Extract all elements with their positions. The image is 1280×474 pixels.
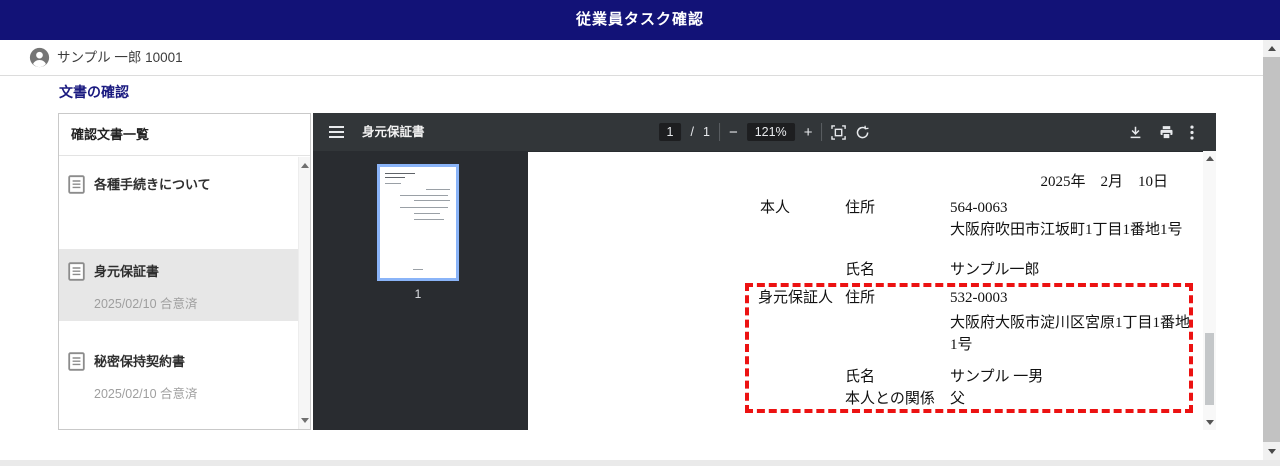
menu-icon[interactable] [329,126,344,141]
screen: 従業員タスク確認 サンプル 一郎 10001 文書の確認 確認文書一覧 各種手続… [0,0,1280,474]
print-icon[interactable] [1159,125,1174,140]
document-icon [68,175,85,199]
page-number-input[interactable]: 1 [658,123,682,141]
zoom-level: 121% [746,123,795,141]
doc-person-address: 大阪府吹田市江坂町1丁目1番地1号 [950,222,1183,238]
download-icon[interactable] [1128,125,1143,140]
document-icon [68,262,85,286]
app-header-bar: 従業員タスク確認 [0,0,1280,40]
page-thumbnail[interactable] [377,164,459,281]
scroll-up-arrow-icon[interactable] [300,163,309,168]
pdf-toolbar-center: 1 / 1 − 121% + [658,113,871,151]
browser-scrollbar[interactable] [1263,40,1280,460]
list-item-status: 2025/02/10 合意済 [94,387,198,401]
list-item-label: 身元保証書 [94,264,160,279]
list-item-label: 各種手続きについて [94,177,211,192]
doc-person-role: 本人 [760,200,791,216]
doc-person-address-label: 住所 [845,200,876,216]
more-options-icon[interactable] [1190,124,1194,140]
zoom-in-button[interactable]: + [804,124,813,141]
footer-divider [0,460,1280,466]
thumbnail-page-number: 1 [414,287,422,301]
page-divider: / [690,125,694,139]
document-list-panel: 確認文書一覧 各種手続きについて 身元保証書 2025/02/10 合意済 秘密… [58,113,311,430]
doc-person-name: サンプル一郎 [950,262,1040,278]
rotate-icon[interactable] [855,125,870,140]
page-total: 1 [702,125,710,139]
pdf-page: 2025年 2月 10日 本人 住所 564-0063 大阪府吹田市江坂町1丁目… [528,152,1203,430]
scrollbar-thumb[interactable] [1263,57,1280,442]
doc-person-name-label: 氏名 [845,262,876,278]
page-title: 文書の確認 [59,84,129,100]
pdf-toolbar: 身元保証書 1 / 1 − 121% + [313,113,1216,151]
user-avatar-icon [29,47,50,68]
fit-page-icon[interactable] [831,124,847,140]
list-item-status: 2025/02/10 合意済 [94,297,198,311]
scroll-down-arrow-icon[interactable] [1205,420,1214,425]
pdf-toolbar-right [1128,113,1194,151]
toolbar-separator [821,123,823,141]
user-name: サンプル 一郎 10001 [57,50,183,65]
app-title: 従業員タスク確認 [575,11,704,28]
list-item-procedures[interactable]: 各種手続きについて [59,157,298,249]
doc-person-postal: 564-0063 [950,200,1008,216]
pdf-viewer: 身元保証書 1 / 1 − 121% + 1 2025年 2月 10日 本人 住… [313,113,1216,430]
highlight-red-dashed-box [745,283,1193,413]
pdf-thumbnail-panel: 1 [313,151,523,430]
toolbar-separator [718,123,720,141]
scrollbar-thumb[interactable] [1205,333,1214,405]
list-item-nda[interactable]: 秘密保持契約書 2025/02/10 合意済 [59,321,298,429]
list-item-identity-guarantee[interactable]: 身元保証書 2025/02/10 合意済 身元保証人情報 [59,249,310,336]
scroll-down-arrow-icon[interactable] [300,418,309,423]
document-list: 各種手続きについて 身元保証書 2025/02/10 合意済 身元保証人情報 [59,157,310,429]
zoom-out-button[interactable]: − [729,124,738,141]
pdf-document-title: 身元保証書 [362,125,425,139]
pdf-content-area: 2025年 2月 10日 本人 住所 564-0063 大阪府吹田市江坂町1丁目… [523,151,1203,430]
scroll-up-arrow-icon[interactable] [1205,156,1214,161]
list-item-label: 秘密保持契約書 [94,354,186,369]
pdf-scrollbar[interactable] [1203,151,1216,430]
user-bar: サンプル 一郎 10001 [0,40,1280,76]
doc-date: 2025年 2月 10日 [1040,174,1168,190]
document-list-title: 確認文書一覧 [59,114,310,156]
scroll-down-arrow-icon[interactable] [1267,449,1276,454]
scroll-up-arrow-icon[interactable] [1267,46,1276,51]
sidebar-scrollbar[interactable] [298,157,310,429]
document-icon [68,352,85,376]
